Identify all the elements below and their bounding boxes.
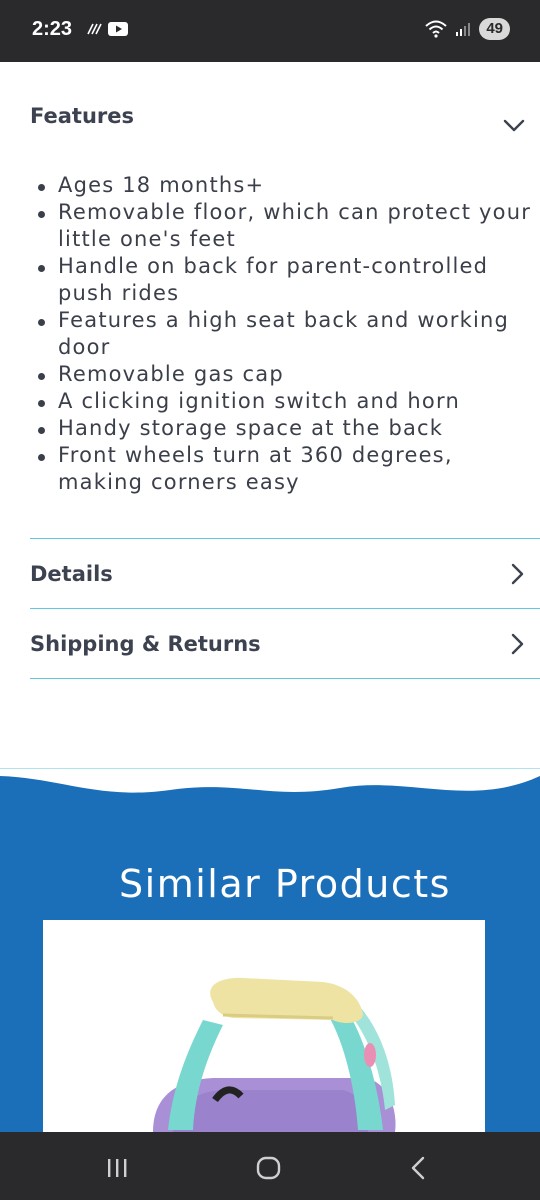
ride-on-car-image[interactable] <box>43 920 485 1132</box>
list-item: Front wheels turn at 360 degrees, making… <box>35 442 535 496</box>
status-right-icons: 49 <box>425 18 510 40</box>
chevron-right-icon[interactable] <box>510 562 526 586</box>
status-left-icons <box>86 22 128 36</box>
features-heading[interactable]: Features <box>30 104 134 128</box>
divider <box>30 678 540 679</box>
wave-decoration <box>0 768 540 793</box>
home-icon[interactable] <box>256 1156 282 1180</box>
system-nav-bar <box>0 1132 540 1200</box>
wifi-icon <box>425 20 447 38</box>
features-list: Ages 18 months+ Removable floor, which c… <box>35 172 535 496</box>
back-icon[interactable] <box>410 1156 426 1180</box>
list-item: A clicking ignition switch and horn <box>35 388 535 415</box>
list-item: Handy storage space at the back <box>35 415 535 442</box>
battery-indicator: 49 <box>479 18 510 40</box>
status-time: 2:23 <box>32 18 73 40</box>
status-bar: 2:23 49 <box>0 0 540 62</box>
list-item: Features a high seat back and working do… <box>35 307 535 361</box>
chevron-down-icon[interactable] <box>502 118 526 134</box>
signal-icon <box>456 23 471 36</box>
list-item: Handle on back for parent-controlled pus… <box>35 253 535 307</box>
list-item: Removable floor, which can protect your … <box>35 199 535 253</box>
list-item: Removable gas cap <box>35 361 535 388</box>
youtube-icon <box>108 22 128 36</box>
shipping-returns-heading[interactable]: Shipping & Returns <box>30 632 261 656</box>
similar-products-title: Similar Products <box>119 862 451 906</box>
list-item: Ages 18 months+ <box>35 172 535 199</box>
product-card[interactable] <box>43 920 485 1132</box>
data-saver-icon <box>87 23 102 35</box>
divider <box>30 538 540 539</box>
divider <box>30 608 540 609</box>
details-heading[interactable]: Details <box>30 562 113 586</box>
recent-apps-icon[interactable] <box>106 1158 128 1178</box>
chevron-right-icon[interactable] <box>510 632 526 656</box>
